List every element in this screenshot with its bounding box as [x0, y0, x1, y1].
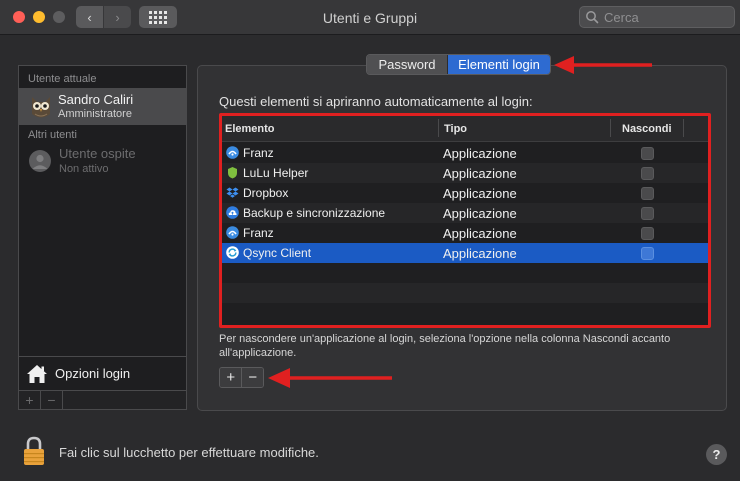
house-icon [27, 364, 47, 383]
users-sidebar: Utente attuale Sandro Caliri Amministrat… [18, 65, 187, 391]
tab-switcher: Password Elementi login [366, 54, 551, 75]
hide-checkbox[interactable] [641, 187, 654, 200]
item-name: Dropbox [243, 186, 289, 200]
guest-user-name[interactable]: Utente ospite [59, 146, 136, 161]
remove-login-item-button[interactable]: − [241, 368, 263, 387]
column-header-hide[interactable]: Nascondi [622, 123, 672, 135]
table-body: Franz Applicazione LuLu Helper Applicazi… [222, 143, 708, 323]
table-row[interactable]: LuLu Helper Applicazione [222, 163, 708, 183]
table-row[interactable]: Dropbox Applicazione [222, 183, 708, 203]
table-row[interactable]: Backup e sincronizzazione Applicazione [222, 203, 708, 223]
search-field[interactable] [579, 6, 735, 28]
table-row[interactable]: Franz Applicazione [222, 143, 708, 163]
item-name: Qsync Client [243, 246, 312, 260]
hide-checkbox[interactable] [641, 167, 654, 180]
dropbox-icon [226, 187, 239, 198]
column-header-type[interactable]: Tipo [444, 123, 467, 135]
item-type: Applicazione [443, 226, 517, 241]
google-backup-cloud-icon [226, 206, 239, 219]
help-button[interactable]: ? [706, 444, 727, 465]
hide-checkbox[interactable] [641, 227, 654, 240]
hide-hint-text: Per nascondere un'applicazione al login,… [219, 333, 671, 359]
current-user-name: Sandro Caliri [58, 92, 134, 107]
lulu-shield-icon [228, 167, 237, 179]
tab-login-items[interactable]: Elementi login [448, 55, 550, 74]
annotation-arrow-icon [268, 368, 392, 388]
empty-row [222, 303, 708, 323]
table-row-selected[interactable]: Qsync Client Applicazione [222, 243, 708, 263]
search-input[interactable] [604, 9, 724, 25]
item-type: Applicazione [443, 166, 517, 181]
current-user-section-label: Utente attuale [28, 73, 97, 85]
franz-icon [226, 226, 239, 239]
franz-icon [226, 146, 239, 159]
remove-user-button[interactable]: − [41, 391, 63, 409]
table-header: Elemento Tipo Nascondi [222, 116, 708, 142]
item-name: Backup e sincronizzazione [243, 206, 386, 220]
login-options-label: Opzioni login [55, 366, 131, 381]
title-bar: ‹ › Utenti e Gruppi [0, 0, 740, 35]
empty-row [222, 263, 708, 283]
lock-hint-text: Fai clic sul lucchetto per effettuare mo… [59, 445, 319, 460]
item-name: Franz [243, 226, 274, 240]
hide-checkbox[interactable] [641, 207, 654, 220]
guest-user-status: Non attivo [59, 163, 109, 175]
item-name: Franz [243, 146, 274, 160]
lock-icon[interactable] [22, 436, 46, 466]
empty-row [222, 283, 708, 303]
sidebar-footer: + − [18, 391, 187, 410]
item-type: Applicazione [443, 146, 517, 161]
item-type: Applicazione [443, 206, 517, 221]
add-login-item-button[interactable]: + [220, 368, 242, 387]
annotation-arrow-icon [554, 56, 652, 74]
hide-checkbox[interactable] [641, 247, 654, 260]
column-header-element[interactable]: Elemento [225, 123, 275, 135]
item-type: Applicazione [443, 246, 517, 261]
hide-checkbox[interactable] [641, 147, 654, 160]
table-row[interactable]: Franz Applicazione [222, 223, 708, 243]
guest-avatar-icon [29, 150, 51, 172]
search-icon [586, 11, 599, 24]
login-items-intro: Questi elementi si apriranno automaticam… [219, 94, 533, 109]
login-options-item[interactable]: Opzioni login [19, 356, 186, 390]
tab-password[interactable]: Password [367, 55, 448, 74]
item-type: Applicazione [443, 186, 517, 201]
current-user-item[interactable]: Sandro Caliri Amministratore [19, 88, 186, 125]
qsync-icon [226, 246, 239, 259]
other-users-section-label: Altri utenti [28, 129, 77, 141]
add-user-button[interactable]: + [19, 391, 41, 409]
owl-avatar-icon [32, 97, 50, 118]
item-name: LuLu Helper [243, 166, 309, 180]
login-items-table: Elemento Tipo Nascondi Franz Applicazion… [219, 113, 711, 328]
add-remove-buttons: + − [219, 367, 264, 388]
current-user-role: Amministratore [58, 108, 132, 120]
